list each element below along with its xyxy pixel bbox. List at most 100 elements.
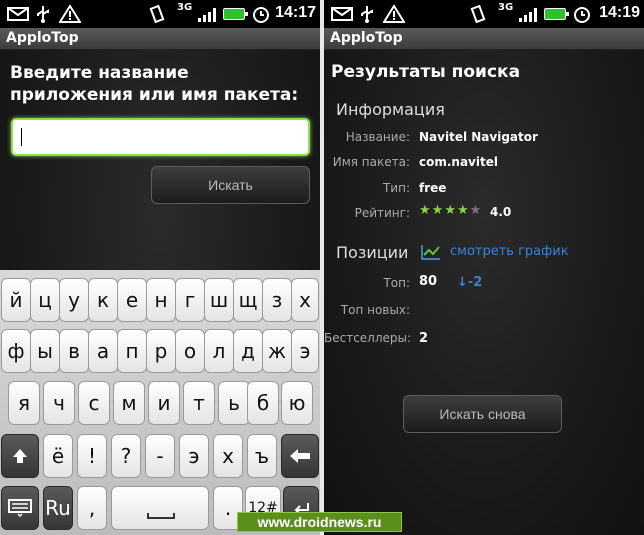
key[interactable]: з <box>262 278 292 322</box>
view-chart-link[interactable]: смотреть график <box>450 244 569 259</box>
rating-stars: ★ ★ ★ ★ ★ <box>419 203 481 218</box>
vibrate-icon <box>148 4 166 24</box>
info-value-name: Navitel Navigator <box>419 130 538 144</box>
info-value-package: com.navitel <box>419 155 498 169</box>
right-screen: 3G 14:19 ApploTop Результаты поиска Инфо… <box>324 0 644 535</box>
key[interactable]: щ <box>233 278 263 322</box>
backspace-key[interactable] <box>281 434 319 478</box>
htc-mail-icon <box>330 4 354 24</box>
key[interactable]: ? <box>111 434 141 478</box>
soft-keyboard: й ц у к е н г ш щ з х ф ы в а п р о л д … <box>0 270 320 535</box>
key[interactable]: ё <box>43 434 73 478</box>
key[interactable]: а <box>88 329 118 373</box>
keyboard-settings-key[interactable] <box>1 486 39 530</box>
app-titlebar: ApploTop <box>0 28 320 50</box>
vibrate-icon <box>469 4 487 24</box>
info-label-name: Название: <box>345 130 410 144</box>
app-titlebar: ApploTop <box>324 28 644 50</box>
key[interactable]: р <box>146 329 176 373</box>
key[interactable]: ж <box>262 329 292 373</box>
text-cursor <box>21 128 22 146</box>
rating-value: 4.0 <box>490 205 512 219</box>
position-value-top: 80 <box>419 274 438 289</box>
status-bar: 3G 14:19 <box>324 0 644 28</box>
key[interactable]: ъ <box>247 434 277 478</box>
position-label-top: Топ: <box>383 276 410 290</box>
search-input[interactable] <box>11 118 310 156</box>
clock: 14:17 <box>275 4 316 21</box>
key[interactable]: к <box>88 278 118 322</box>
chart-icon[interactable] <box>421 244 441 260</box>
star-filled-icon: ★ <box>456 203 469 218</box>
htc-mail-icon <box>6 4 30 24</box>
left-screen: 3G 14:17 ApploTop Введите название прило… <box>0 0 320 535</box>
key[interactable]: й <box>1 278 31 322</box>
search-again-button[interactable]: Искать снова <box>403 395 562 433</box>
key[interactable]: э <box>179 434 209 478</box>
key[interactable]: ч <box>43 381 75 425</box>
info-label-package: Имя пакета: <box>332 155 410 169</box>
usb-icon <box>34 4 52 24</box>
star-filled-icon: ★ <box>419 203 431 218</box>
key[interactable]: х <box>291 278 319 322</box>
positions-section-title: Позиции <box>336 243 409 262</box>
alarm-icon <box>572 4 592 24</box>
key[interactable]: ш <box>204 278 234 322</box>
key[interactable]: ы <box>30 329 60 373</box>
backspace-icon <box>290 449 310 463</box>
app-title: ApploTop <box>6 30 79 46</box>
info-label-rating: Рейтинг: <box>354 206 410 220</box>
signal-icon <box>198 6 216 22</box>
shift-icon <box>13 449 27 463</box>
key[interactable]: б <box>247 381 279 425</box>
key[interactable]: э <box>291 329 319 373</box>
usb-icon <box>358 4 376 24</box>
key[interactable]: ь <box>218 381 250 425</box>
star-empty-icon: ★ <box>469 203 482 218</box>
space-key[interactable] <box>111 486 209 530</box>
key[interactable]: - <box>145 434 175 478</box>
key[interactable]: и <box>148 381 180 425</box>
watermark: www.droidnews.ru <box>237 512 402 532</box>
shift-key[interactable] <box>1 434 39 478</box>
info-value-type: free <box>419 181 447 195</box>
comma-key[interactable]: , <box>77 486 107 530</box>
key[interactable]: н <box>146 278 176 322</box>
battery-icon <box>544 8 569 20</box>
alarm-icon <box>251 4 271 24</box>
search-button[interactable]: Искать <box>151 166 310 204</box>
key[interactable]: ! <box>77 434 107 478</box>
key[interactable]: ф <box>1 329 31 373</box>
key[interactable]: ц <box>30 278 60 322</box>
language-key[interactable]: Ru <box>43 486 73 530</box>
key[interactable]: ю <box>281 381 313 425</box>
status-bar: 3G 14:17 <box>0 0 320 28</box>
key[interactable]: л <box>204 329 234 373</box>
key[interactable]: г <box>175 278 205 322</box>
key[interactable]: х <box>213 434 243 478</box>
key[interactable]: п <box>117 329 147 373</box>
search-text-field[interactable] <box>13 120 308 154</box>
clock: 14:19 <box>599 4 640 21</box>
info-label-type: Тип: <box>382 181 410 195</box>
key[interactable]: д <box>233 329 263 373</box>
warning-icon <box>58 4 82 24</box>
position-label-bestsellers: Бестселлеры: <box>324 331 412 345</box>
key[interactable]: у <box>59 278 89 322</box>
position-delta: ↓-2 <box>457 275 483 290</box>
battery-icon <box>223 8 248 20</box>
star-filled-icon: ★ <box>431 203 444 218</box>
network-type: 3G <box>177 2 193 13</box>
search-prompt: Введите название приложения или имя паке… <box>10 63 299 105</box>
key[interactable]: в <box>59 329 89 373</box>
key[interactable]: т <box>183 381 215 425</box>
key[interactable]: о <box>175 329 205 373</box>
key[interactable]: е <box>117 278 147 322</box>
keyboard-icon <box>8 499 32 518</box>
key[interactable]: м <box>113 381 145 425</box>
results-heading: Результаты поиска <box>331 62 521 82</box>
key[interactable]: с <box>78 381 110 425</box>
warning-icon <box>382 4 406 24</box>
position-value-bestsellers: 2 <box>419 331 429 346</box>
key[interactable]: я <box>8 381 40 425</box>
